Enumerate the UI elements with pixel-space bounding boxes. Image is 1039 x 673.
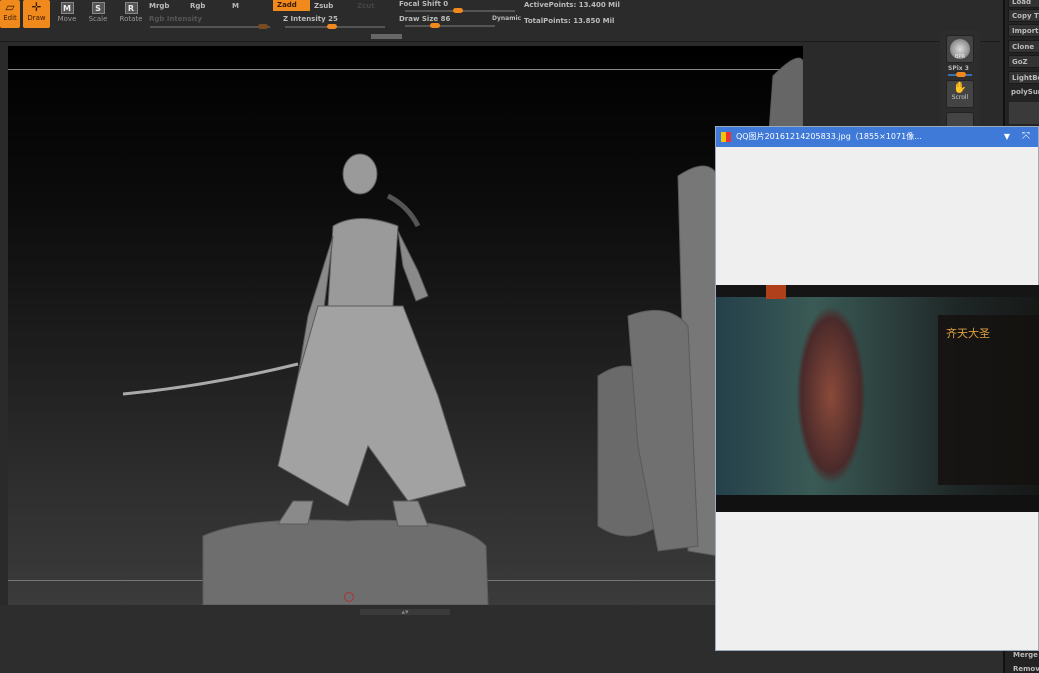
active-points: ActivePoints: 13.400 Mil bbox=[524, 1, 620, 9]
spix-knob[interactable] bbox=[956, 72, 966, 77]
focal-shift-knob[interactable] bbox=[453, 8, 463, 13]
scale-button[interactable]: S Scale bbox=[85, 2, 111, 23]
cursor-marker-icon bbox=[344, 592, 354, 602]
sword bbox=[122, 362, 299, 396]
rotate-icon: R bbox=[124, 2, 138, 14]
scale-label: Scale bbox=[88, 15, 108, 23]
focal-shift-slider[interactable] bbox=[405, 8, 515, 13]
zcut-button[interactable]: Zcut bbox=[357, 2, 375, 10]
image-bottom-bar bbox=[716, 495, 1039, 512]
image-character bbox=[796, 305, 866, 485]
viewer-title-bar[interactable]: QQ图片20161214205833.jpg（1855×1071像... ▼ ⤧ bbox=[716, 127, 1038, 147]
rgb-button[interactable]: Rgb bbox=[190, 2, 205, 10]
toolbar-scroll-handle[interactable] bbox=[371, 34, 402, 39]
head bbox=[342, 153, 378, 195]
edit-label: Edit bbox=[3, 14, 17, 22]
mrgb-button[interactable]: Mrgb bbox=[149, 2, 169, 10]
import-button[interactable]: Import bbox=[1008, 24, 1039, 37]
polysum-label: polySum bbox=[1011, 88, 1039, 96]
copy-tool-button[interactable]: Copy T bbox=[1008, 9, 1039, 22]
lightbox-button[interactable]: LightBox bbox=[1008, 71, 1039, 84]
fullscreen-icon[interactable]: ⤧ bbox=[1022, 127, 1030, 147]
edit-icon: ▱ bbox=[5, 0, 15, 14]
bpr-label: BPR bbox=[955, 54, 965, 60]
draw-size-label: Draw Size 86 bbox=[399, 15, 451, 23]
z-intensity-slider[interactable] bbox=[285, 24, 385, 29]
tray-toggle-handle[interactable]: ▴▾ bbox=[360, 609, 450, 616]
sword-sheath bbox=[386, 193, 421, 228]
draw-button[interactable]: ✛ Draw bbox=[23, 0, 50, 28]
tool-thumbnail[interactable] bbox=[1009, 102, 1039, 124]
move-label: Move bbox=[57, 15, 77, 23]
app-icon bbox=[721, 132, 731, 142]
scroll-label: Scroll bbox=[951, 94, 969, 101]
image-top-bar bbox=[716, 285, 1039, 297]
foot bbox=[392, 500, 429, 527]
load-button[interactable]: Load bbox=[1008, 0, 1039, 8]
image-info-panel: 齐天大圣 bbox=[938, 315, 1039, 485]
remove-button[interactable]: Remove bbox=[1013, 665, 1039, 673]
draw-size-slider[interactable] bbox=[405, 23, 495, 28]
m-button[interactable]: M bbox=[232, 2, 239, 10]
total-points: TotalPoints: 13.850 Mil bbox=[524, 17, 615, 25]
viewport-canvas[interactable] bbox=[8, 46, 803, 605]
zadd-button[interactable]: Zadd bbox=[273, 0, 310, 11]
move-icon: M bbox=[60, 2, 74, 14]
focal-shift-label: Focal Shift 0 bbox=[399, 0, 449, 8]
z-intensity-knob[interactable] bbox=[327, 24, 337, 29]
viewer-title: QQ图片20161214205833.jpg（1855×1071像... bbox=[736, 132, 922, 141]
dropdown-icon[interactable]: ▼ bbox=[1004, 127, 1010, 147]
rgb-intensity-slider[interactable] bbox=[150, 24, 270, 29]
rgb-intensity-knob[interactable] bbox=[258, 24, 268, 29]
bpr-button[interactable]: BPR bbox=[946, 35, 974, 63]
move-button[interactable]: M Move bbox=[54, 2, 80, 23]
scroll-button[interactable]: ✋ Scroll bbox=[946, 80, 974, 108]
z-intensity-label: Z Intensity 25 bbox=[283, 15, 338, 23]
merge-button[interactable]: Merge bbox=[1013, 651, 1038, 659]
scale-icon: S bbox=[91, 2, 105, 14]
torso bbox=[327, 218, 399, 307]
hand-icon: ✋ bbox=[953, 81, 967, 94]
displayed-image: 齐天大圣 bbox=[716, 285, 1039, 512]
goz-button[interactable]: GoZ bbox=[1008, 55, 1039, 68]
zsub-button[interactable]: Zsub bbox=[314, 2, 333, 10]
foot bbox=[277, 500, 314, 525]
rgb-intensity-slider-label: Rgb Intensity bbox=[149, 15, 202, 23]
draw-icon: ✛ bbox=[31, 0, 42, 14]
image-heading: 齐天大圣 bbox=[946, 327, 990, 340]
draw-size-knob[interactable] bbox=[430, 23, 440, 28]
spix-slider[interactable] bbox=[948, 72, 972, 77]
spix-label: SPix 3 bbox=[948, 65, 969, 72]
image-viewer-window: QQ图片20161214205833.jpg（1855×1071像... ▼ ⤧… bbox=[715, 126, 1039, 651]
arm bbox=[397, 230, 429, 302]
clone-button[interactable]: Clone bbox=[1008, 40, 1039, 53]
dynamic-toggle[interactable]: Dynamic bbox=[492, 15, 521, 22]
image-logo-icon bbox=[766, 285, 786, 299]
draw-label: Draw bbox=[27, 14, 46, 22]
rotate-label: Rotate bbox=[119, 15, 143, 23]
sculpture-model bbox=[122, 57, 803, 605]
edit-button[interactable]: ▱ Edit bbox=[0, 0, 20, 28]
top-toolbar: ▱ Edit ✛ Draw M Move S Scale R Rotate Mrgb Rg… bbox=[0, 0, 1000, 42]
rotate-button[interactable]: R Rotate bbox=[118, 2, 144, 23]
